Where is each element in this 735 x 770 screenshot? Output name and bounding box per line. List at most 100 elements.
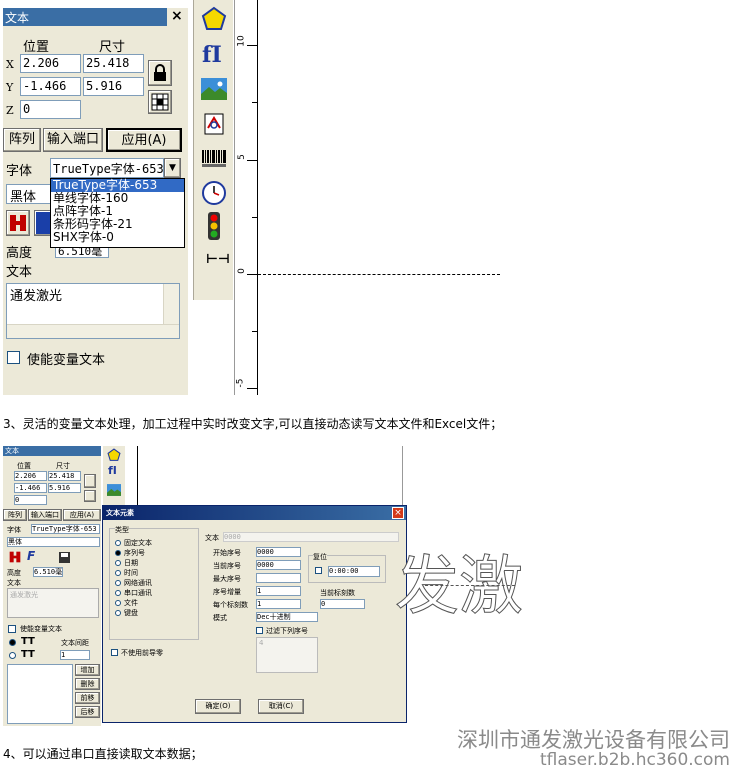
traffic-light-icon[interactable] [206,212,222,240]
vector-file-icon[interactable] [202,112,226,136]
x-position-field[interactable]: 2.206 [20,54,81,73]
horizontal-scrollbar[interactable] [7,324,179,338]
anchor-grid-button[interactable] [148,90,172,114]
hatch-icon[interactable] [9,551,21,563]
x-size-field[interactable]: 25.418 [48,471,81,481]
spacing-value-field[interactable]: 1 [60,650,90,660]
type-radio[interactable] [115,610,121,616]
delete-button[interactable]: 删除 [75,678,100,690]
y-position-field[interactable]: -1.466 [14,483,47,493]
font-type-dropdown-list: TrueType字体-653 单线字体-160 点阵字体-1 条形码字体-21 … [50,178,185,248]
move-down-button[interactable]: 后移 [75,706,100,718]
reset-checkbox[interactable] [315,567,322,574]
ruler-label: 0 [236,268,247,274]
tab-input-port[interactable]: 输入端口 [28,509,62,521]
text-input-area[interactable]: 通发激光 [7,588,99,618]
polygon-icon[interactable] [107,448,121,462]
vertical-ruler-2 [126,446,138,508]
enable-variable-text-label: 使能变量文本 [20,625,62,633]
per-mark-field[interactable]: 1 [256,599,301,609]
save-icon[interactable] [59,552,70,563]
current-serial-field[interactable]: 0000 [256,560,301,570]
filter-serial-list[interactable]: 4 [256,637,318,673]
y-size-field[interactable]: 5.916 [83,77,144,96]
tab-array[interactable]: 阵列 [3,509,27,521]
x-position-field[interactable]: 2.206 [14,471,47,481]
vertical-scrollbar[interactable] [163,284,179,324]
barcode-icon[interactable] [202,150,226,168]
tab-input-port[interactable]: 输入端口 [43,128,103,152]
spacing-mode-radio[interactable] [9,652,16,659]
x-size-field[interactable]: 25.418 [83,54,144,73]
text-input-area[interactable]: 通发激光 [6,283,180,339]
mode-select[interactable]: Dec十进制 [256,612,318,622]
text-preview-field: 0000 [223,532,399,542]
y-label: Y [6,81,14,94]
panel-title: 文本 [5,447,19,455]
z-position-field[interactable]: 0 [20,100,81,119]
height-label: 高度 [7,569,21,577]
current-count-field[interactable]: 0 [320,599,365,609]
y-position-field[interactable]: -1.466 [20,77,81,96]
chevron-down-icon[interactable]: ▼ [164,158,181,178]
canvas-baseline-dashed [258,274,500,275]
start-serial-field[interactable]: 0000 [256,547,301,557]
char-spacing-icon: TT [21,636,35,647]
hatch-button[interactable] [6,210,30,236]
enable-variable-text-checkbox[interactable] [8,625,16,633]
filter-serial-checkbox[interactable] [256,627,263,634]
type-radio[interactable] [115,550,121,556]
close-icon[interactable]: × [171,8,183,24]
type-option: 日期 [124,559,138,567]
variable-text-list[interactable] [7,664,73,724]
tab-array[interactable]: 阵列 [3,128,41,152]
cancel-button[interactable]: 取消(C) [258,699,304,714]
lock-button[interactable] [148,60,172,86]
reset-time-field[interactable]: 0:00:00 [328,566,380,577]
serial-increment-field[interactable]: 1 [256,586,301,596]
ruler-tick [247,45,258,46]
y-size-field[interactable]: 5.916 [48,483,81,493]
text-properties-panel-2: 文本 位置 尺寸 2.206 25.418 -1.466 5.916 0 阵列 … [3,446,101,726]
type-radio[interactable] [115,580,121,586]
spacing-mode-radio[interactable] [9,639,16,646]
move-up-button[interactable]: 前移 [75,692,100,704]
type-radio[interactable] [115,600,121,606]
add-button[interactable]: 增加 [75,664,100,676]
type-radio[interactable] [115,560,121,566]
type-radio[interactable] [115,570,121,576]
font-type-select[interactable]: TrueType字体-653 [31,524,100,534]
height-field[interactable]: 6.510毫 [33,567,63,577]
clock-icon[interactable] [201,180,227,206]
image-icon[interactable] [107,484,121,496]
max-serial-field[interactable] [256,573,301,583]
apply-button[interactable]: 应用(A) [63,509,101,521]
type-radio[interactable] [115,590,121,596]
enable-variable-text-checkbox[interactable] [7,351,20,364]
image-icon[interactable] [201,78,227,100]
lock-button[interactable] [84,474,96,488]
z-position-field[interactable]: 0 [14,495,47,505]
polygon-icon[interactable] [201,6,227,32]
apply-button[interactable]: 应用(A) [106,128,182,152]
canvas-selection-line [425,585,515,586]
serial-increment-label: 序号增量 [213,588,241,596]
ok-button[interactable]: 确定(O) [195,699,241,714]
position-header: 位置 [23,40,50,55]
anchor-grid-button[interactable] [84,490,96,502]
type-radio[interactable] [115,540,121,546]
dropdown-option[interactable]: SHX字体-0 [51,231,184,244]
font-style-icon[interactable]: F [27,549,35,563]
text-tool-icon[interactable]: fI [108,464,117,477]
text-content: 通发激光 [10,289,63,304]
close-icon[interactable]: × [392,507,404,519]
type-option: 时间 [124,569,138,577]
input-port-icon[interactable]: ⊢⊣ [206,252,230,267]
no-leading-zero-checkbox[interactable] [111,649,118,656]
font-type-select[interactable]: TrueType字体-653 [50,158,164,178]
text-tool-icon[interactable]: fI [202,42,222,68]
font-name-select[interactable]: 黑体 [7,537,100,547]
start-serial-label: 开始序号 [213,549,241,557]
ruler-tick [247,274,258,275]
ruler-label: 10 [236,35,247,47]
